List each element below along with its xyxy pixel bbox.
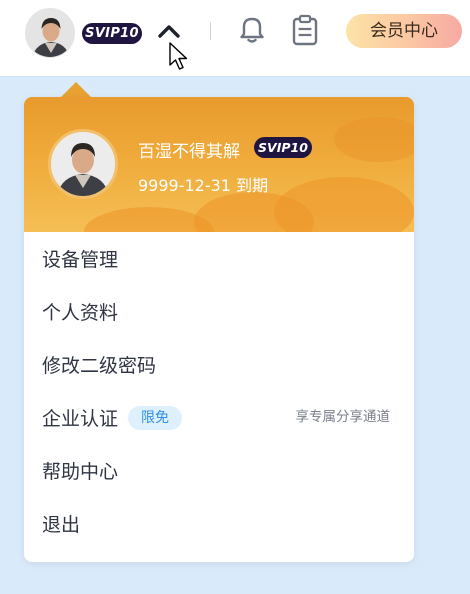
exclusive-share-note: 享专属分享通道: [295, 409, 391, 425]
bell-icon[interactable]: [238, 14, 266, 44]
menu-item-logout[interactable]: 退出: [24, 497, 414, 550]
avatar-portrait-icon: [26, 9, 74, 57]
dropdown-pointer: [60, 82, 92, 98]
cloud-decoration: [84, 207, 214, 232]
menu-item-label: 修改二级密码: [42, 355, 157, 377]
cloud-decoration: [274, 177, 414, 232]
menu-item-label: 个人资料: [42, 302, 119, 324]
user-avatar[interactable]: [25, 8, 75, 58]
menu-item-profile[interactable]: 个人资料: [24, 285, 414, 338]
clipboard-icon[interactable]: [290, 14, 320, 46]
menu-item-label: 帮助中心: [42, 461, 119, 483]
menu-item-help-center[interactable]: 帮助中心: [24, 444, 414, 497]
profile-header: 百湿不得其解 SVIP10 9999-12-31 到期: [24, 97, 414, 232]
toolbar-divider: [210, 22, 211, 40]
profile-username: 百湿不得其解: [138, 142, 240, 162]
profile-avatar[interactable]: [48, 129, 118, 199]
chevron-up-icon[interactable]: [156, 20, 182, 42]
vip-center-button[interactable]: 会员中心: [346, 14, 462, 48]
cloud-decoration: [334, 117, 414, 162]
avatar-portrait-icon: [51, 132, 115, 196]
mouse-cursor-icon: [168, 42, 190, 72]
menu-item-label: 企业认证: [42, 408, 119, 430]
dropdown-menu-list: 设备管理 个人资料 修改二级密码 企业认证 限免 享专属分享通道 帮助中心 退出: [24, 232, 414, 550]
free-tag: 限免: [128, 405, 183, 430]
profile-svip-badge: SVIP10: [254, 137, 312, 158]
menu-item-enterprise-verification[interactable]: 企业认证 限免 享专属分享通道: [24, 391, 414, 444]
top-bar: SVIP10 会员中心: [0, 0, 470, 76]
menu-item-change-secondary-password[interactable]: 修改二级密码: [24, 338, 414, 391]
user-dropdown-menu: 百湿不得其解 SVIP10 9999-12-31 到期 设备管理 个人资料 修改…: [24, 97, 414, 562]
menu-item-label: 退出: [42, 514, 81, 536]
membership-expiry: 9999-12-31 到期: [138, 176, 269, 195]
menu-item-device-management[interactable]: 设备管理: [24, 232, 414, 285]
svip-badge: SVIP10: [82, 23, 142, 44]
menu-item-label: 设备管理: [42, 249, 119, 271]
